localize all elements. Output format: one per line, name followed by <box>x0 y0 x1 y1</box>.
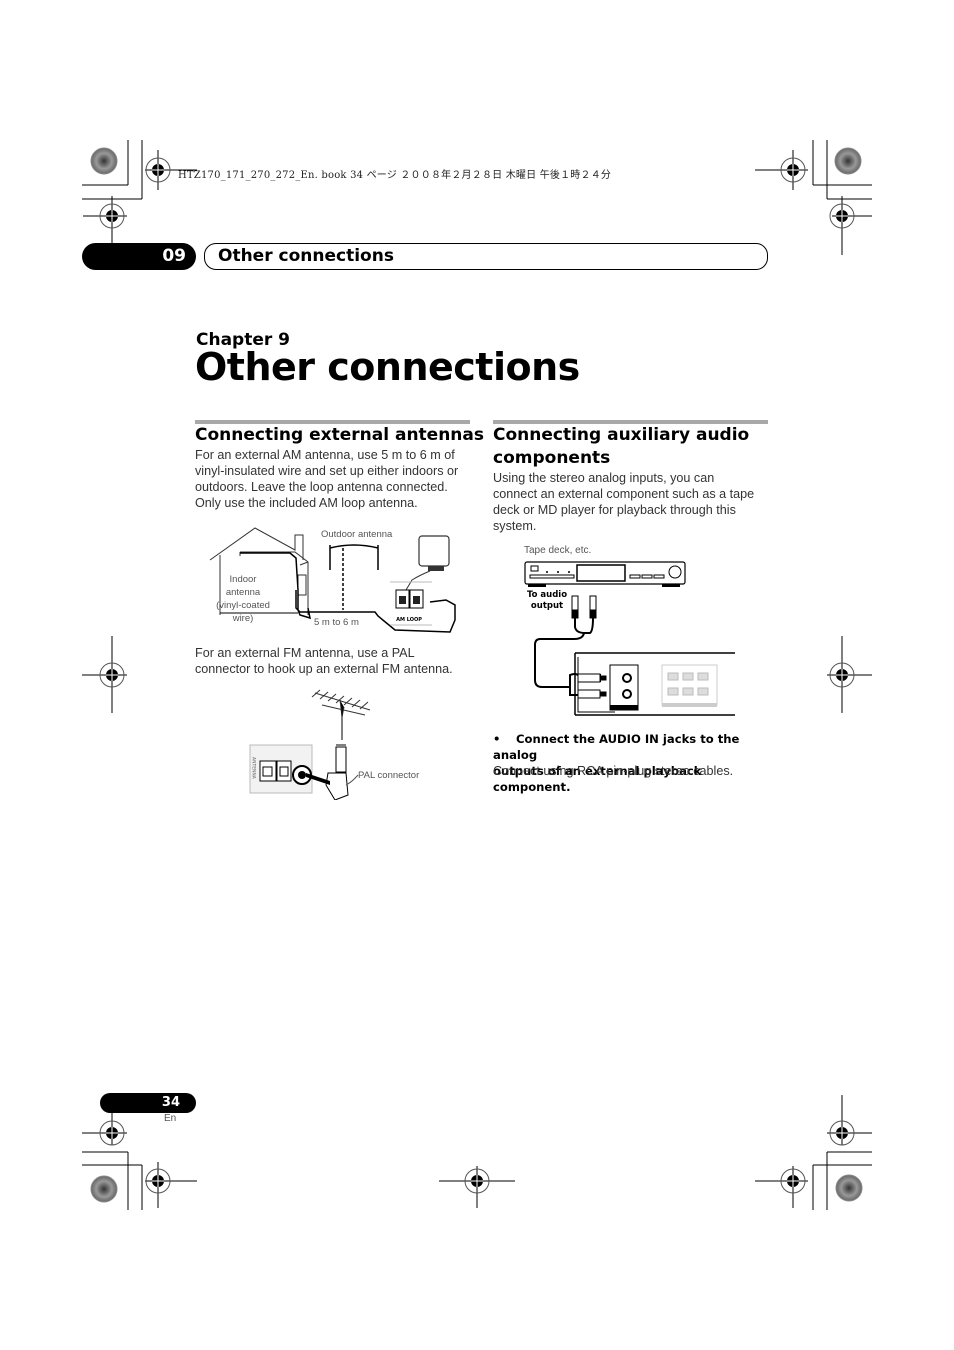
distance-label: 5 m to 6 m <box>314 617 359 628</box>
text-line: wire) <box>232 613 254 624</box>
page-number-pill <box>100 1093 196 1113</box>
rca-cable <box>534 632 585 688</box>
text-line: For an external FM antenna, use a PAL <box>195 646 415 660</box>
antennas-intro: For an external AM antenna, use 5 m to 6… <box>195 447 475 511</box>
audio-output-label: To audio output <box>524 590 570 612</box>
text-line: vinyl-insulated wire and set up either i… <box>195 464 459 478</box>
text-line: To audio <box>526 590 568 600</box>
aux-connection-diagram <box>524 561 735 716</box>
fm-antenna-text: For an external FM antenna, use a PAL co… <box>195 645 475 677</box>
crop-marks <box>82 140 872 1210</box>
text-line: connect an external component such as a … <box>493 487 755 501</box>
text-line: Connect the AUDIO IN jacks to the analog <box>493 732 740 762</box>
text-line: outdoors. Leave the loop antenna connect… <box>195 480 448 494</box>
registration-mark-bottom-left <box>82 1113 197 1210</box>
house-roof <box>209 527 304 561</box>
registration-mark-bottom-right <box>755 1095 872 1210</box>
pal-connector-label: PAL connector <box>358 770 420 781</box>
page-number: 34 <box>161 1095 180 1110</box>
chapter-number: 09 <box>162 246 186 266</box>
bullet-glyph: • <box>493 732 501 746</box>
text-line: (vinyl-coated <box>216 600 270 611</box>
section-title-auxiliary: Connecting auxiliary audio components <box>493 424 749 470</box>
am-loop-label: AM LOOP <box>396 617 422 623</box>
text-line: system. <box>493 519 537 533</box>
outdoor-antenna-icon <box>329 544 379 570</box>
text-line: Connecting auxiliary audio <box>493 425 750 445</box>
text-line: Only use the included AM loop antenna. <box>195 496 418 510</box>
section-title-antennas: Connecting external antennas <box>195 425 484 445</box>
text-line: deck or MD player for playback through t… <box>493 503 736 517</box>
text-line: For an external AM antenna, use 5 m to 6… <box>195 448 455 462</box>
instruction-note: Connect using RCA pin-plug stereo cables… <box>493 764 734 778</box>
fm-antenna-diagram: ANTENNA <box>249 689 371 800</box>
registration-mark-middle-left <box>82 636 127 713</box>
page-title: Other connections <box>195 345 580 389</box>
registration-mark-top-left <box>82 140 197 255</box>
text-line: Indoor <box>229 574 257 585</box>
chapter-tab-title: Other connections <box>218 246 394 266</box>
fm-aerial-icon <box>311 689 371 718</box>
auxiliary-intro: Using the stereo analog inputs, you can … <box>493 470 773 534</box>
registration-mark-middle-right <box>827 636 872 713</box>
page-language: En <box>164 1113 177 1124</box>
registration-mark-top-right <box>755 140 872 255</box>
print-header: HTZ170_171_270_272_En. book 34 ページ ２００８年… <box>178 170 612 181</box>
receiver-rear-panel <box>574 652 735 716</box>
text-line: connector to hook up an external FM ante… <box>195 662 453 676</box>
rca-plugs-top <box>571 595 597 619</box>
registration-mark-bottom-center <box>439 1166 515 1208</box>
text-line: components <box>493 448 611 468</box>
text-line: Using the stereo analog inputs, you can <box>493 471 715 485</box>
indoor-antenna-label: Indoor antenna (vinyl-coated wire) <box>205 573 281 625</box>
pal-connector-icon <box>325 772 349 800</box>
tape-deck-icon <box>524 561 686 587</box>
pal-cable <box>335 746 347 773</box>
text-line: antenna <box>225 587 261 598</box>
text-line: output <box>530 601 564 611</box>
outdoor-antenna-label: Outdoor antenna <box>321 529 393 540</box>
am-loop-terminal <box>395 589 424 609</box>
text-line: • Connect the AUDIO IN jacks to the analo… <box>493 731 778 763</box>
